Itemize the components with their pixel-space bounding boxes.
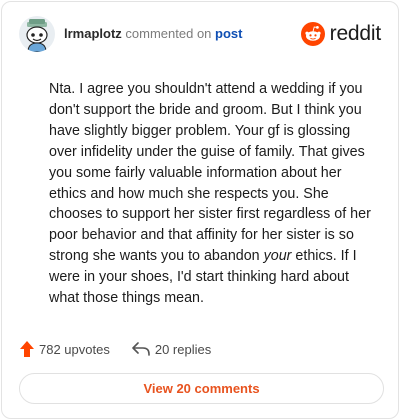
comment-meta: lrmaplotz commented on post xyxy=(64,26,243,42)
reddit-logo-icon xyxy=(300,22,325,46)
username[interactable]: lrmaplotz xyxy=(64,26,122,41)
reddit-brand[interactable]: reddit xyxy=(300,21,382,47)
reply-arrow-icon xyxy=(132,342,150,356)
upvotes-count: 782 upvotes xyxy=(39,341,110,357)
comment-action-text: commented on xyxy=(125,26,212,41)
comment-body: Nta. I agree you shouldn't attend a wedd… xyxy=(49,79,377,309)
comment-card: lrmaplotz commented on post reddit Nta. … xyxy=(1,1,399,419)
view-comments-button[interactable]: View 20 comments xyxy=(19,373,384,404)
comment-text-part-1: Nta. I agree you shouldn't attend a wedd… xyxy=(49,81,371,265)
comment-text-emphasis: your xyxy=(263,248,292,265)
upvotes-stat[interactable]: 782 upvotes xyxy=(20,341,110,357)
snoo-avatar-icon[interactable] xyxy=(19,16,55,52)
comment-stats: 782 upvotes 20 replies xyxy=(20,339,211,359)
post-link[interactable]: post xyxy=(215,26,242,41)
upvote-arrow-icon xyxy=(20,341,34,357)
brand-wordmark: reddit xyxy=(329,22,382,45)
replies-stat[interactable]: 20 replies xyxy=(132,342,211,357)
replies-count: 20 replies xyxy=(154,341,212,357)
comment-header: lrmaplotz commented on post reddit xyxy=(19,16,381,56)
